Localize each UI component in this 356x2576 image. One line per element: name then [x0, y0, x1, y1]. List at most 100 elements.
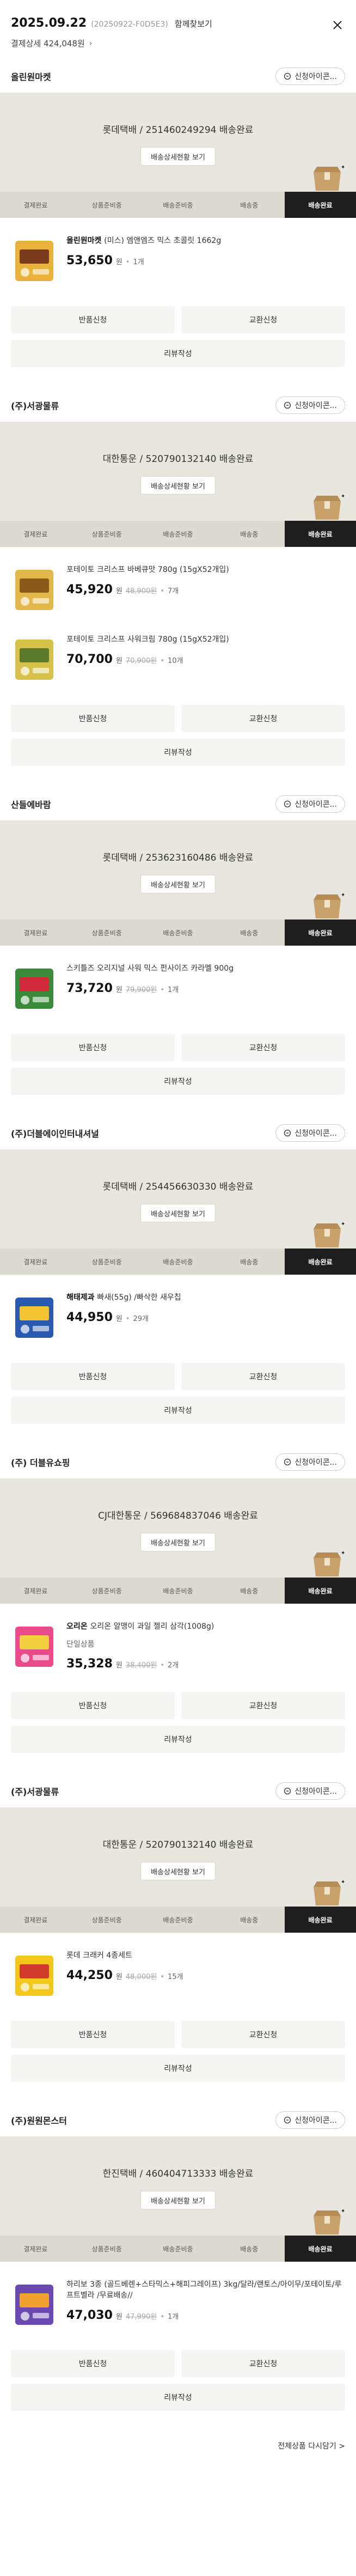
seller-name[interactable]: 산들에바람 — [11, 797, 51, 811]
view-all-link[interactable]: 함께찾보기 — [175, 18, 212, 29]
delivery-step: 결제완료 — [0, 521, 71, 547]
exchange-request-button[interactable]: 교환신청 — [181, 1363, 345, 1390]
item-list: 올린원마켓 (미스) 엠앤엠즈 믹스 초콜릿 1662g 53,650 원 • 1개 — [0, 218, 356, 288]
product-name[interactable]: 하리보 3종 (골드베렌+스타믹스+해피그레이프) 3kg/달라/랜토스/아이무… — [66, 2279, 345, 2301]
seller-inquiry-button[interactable]: 신청아이콘... — [275, 1782, 345, 1800]
return-request-button[interactable]: 반품신청 — [11, 705, 175, 732]
order-item[interactable]: 포테이토 크리스프 사워크림 780g (15gX52개입) 70,700 원 70,… — [0, 617, 356, 686]
item-list: 포테이토 크리스프 바베큐맛 780g (15gX52개입) 45,920 원 48,… — [0, 547, 356, 686]
write-review-button[interactable]: 리뷰작성 — [11, 1726, 345, 1753]
product-thumbnail[interactable] — [11, 2277, 58, 2331]
return-request-button[interactable]: 반품신청 — [11, 2350, 175, 2377]
product-name[interactable]: 롯데 크래커 4종세트 — [66, 1950, 345, 1961]
currency-unit: 원 — [115, 1973, 122, 1981]
tracking-detail-button[interactable]: 배송상세현황 보기 — [140, 1204, 216, 1222]
write-review-button[interactable]: 리뷰작성 — [11, 739, 345, 766]
seller-inquiry-button[interactable]: 신청아이콘... — [275, 397, 345, 414]
tracking-detail-button[interactable]: 배송상세현황 보기 — [140, 147, 216, 166]
order-item[interactable]: 롯데 크래커 4종세트 44,250 원 48,000원 • 15개 — [0, 1933, 356, 2002]
currency-unit: 원 — [115, 2313, 122, 2321]
exchange-request-button[interactable]: 교환신청 — [181, 2021, 345, 2048]
delivery-step: 상품준비중 — [71, 1249, 143, 1275]
original-price: 48,000원 — [125, 1973, 157, 1981]
exchange-request-button[interactable]: 교환신청 — [181, 2350, 345, 2377]
delivery-status-panel: 대한통운 / 520790132140 배송완료 배송상세현황 보기 ✦ 결제완… — [0, 1807, 356, 1933]
tracking-detail-button[interactable]: 배송상세현황 보기 — [140, 2191, 216, 2209]
tracking-detail-button[interactable]: 배송상세현황 보기 — [140, 875, 216, 893]
order-header: 2025.09.22 (20250922-F0D5E3) 함께찾보기 결제상세 … — [0, 0, 356, 60]
seller-bar: 산들에바람 신청아이콘... — [0, 788, 356, 820]
seller-name[interactable]: 올린원마켓 — [11, 70, 51, 83]
shipment-group: (주)원원몬스터 신청아이콘... 한진택배 / 460404713333 배송… — [0, 2104, 356, 2433]
tracking-detail-button[interactable]: 배송상세현황 보기 — [140, 1533, 216, 1551]
return-request-button[interactable]: 반품신청 — [11, 306, 175, 333]
product-name[interactable]: 올린원마켓 (미스) 엠앤엠즈 믹스 초콜릿 1662g — [66, 235, 345, 246]
chat-icon — [284, 2116, 291, 2124]
close-icon[interactable] — [327, 14, 348, 36]
product-thumbnail[interactable] — [11, 562, 58, 617]
seller-bar: (주) 더블유쇼핑 신청아이콘... — [0, 1446, 356, 1478]
price-row: 70,700 원 70,900원 • 10개 — [66, 653, 345, 666]
return-request-button[interactable]: 반품신청 — [11, 1363, 175, 1390]
exchange-request-button[interactable]: 교환신청 — [181, 705, 345, 732]
return-request-button[interactable]: 반품신청 — [11, 1692, 175, 1719]
seller-name[interactable]: (주)서광물류 — [11, 1785, 59, 1798]
product-name[interactable]: 포테이토 크리스프 사워크림 780g (15gX52개입) — [66, 634, 345, 645]
tracking-detail-button[interactable]: 배송상세현황 보기 — [140, 476, 216, 495]
order-item[interactable]: 올린원마켓 (미스) 엠앤엠즈 믹스 초콜릿 1662g 53,650 원 • 1개 — [0, 218, 356, 288]
tracking-detail-button[interactable]: 배송상세현황 보기 — [140, 1862, 216, 1880]
product-thumbnail[interactable] — [11, 1948, 58, 2002]
action-buttons: 반품신청 교환신청 리뷰작성 — [0, 2331, 356, 2411]
seller-name[interactable]: (주)더블에이인터내셔널 — [11, 1126, 99, 1140]
write-review-button[interactable]: 리뷰작성 — [11, 2384, 345, 2411]
product-thumbnail[interactable] — [11, 632, 58, 686]
quantity: 15개 — [168, 1973, 183, 1981]
order-item[interactable]: 해태제과 빠새(55g) /빠삭한 새우칩 44,950 원 • 29개 — [0, 1275, 356, 1344]
separator-dot: • — [125, 258, 130, 266]
exchange-request-button[interactable]: 교환신청 — [181, 1034, 345, 1061]
product-name[interactable]: 해태제과 빠새(55g) /빠삭한 새우칩 — [66, 1292, 345, 1303]
reorder-all-link[interactable]: 전체상품 다시담기 > — [0, 2433, 356, 2462]
order-item[interactable]: 포테이토 크리스프 바베큐맛 780g (15gX52개입) 45,920 원 48,… — [0, 547, 356, 617]
order-item[interactable]: 하리보 3종 (골드베렌+스타믹스+해피그레이프) 3kg/달라/랜토스/아이무… — [0, 2262, 356, 2331]
chat-icon — [284, 800, 291, 808]
order-item[interactable]: 스키틀즈 오리지널 사워 믹스 펀사이즈 카라멜 900g 73,720 원 79,9… — [0, 946, 356, 1015]
tracking-info: 롯데택배 / 254456630330 배송완료 — [102, 1182, 254, 1192]
seller-name[interactable]: (주)원원몬스터 — [11, 2114, 67, 2127]
order-item[interactable]: 오리온 오리온 알맹이 과일 젤리 삼각(1008g) 단일상품 35,328 원 38… — [0, 1604, 356, 1673]
product-name[interactable]: 스키틀즈 오리지널 사워 믹스 펀사이즈 카라멜 900g — [66, 963, 345, 974]
product-thumbnail[interactable] — [11, 961, 58, 1015]
return-request-button[interactable]: 반품신청 — [11, 1034, 175, 1061]
sale-price: 70,700 — [66, 653, 113, 666]
seller-inquiry-button[interactable]: 신청아이콘... — [275, 1453, 345, 1471]
original-price: 48,900원 — [125, 587, 157, 595]
product-thumbnail[interactable] — [11, 1619, 58, 1673]
product-thumbnail[interactable] — [11, 233, 58, 288]
delivery-step: 배송완료 — [285, 1578, 356, 1604]
write-review-button[interactable]: 리뷰작성 — [11, 1397, 345, 1424]
price-row: 73,720 원 79,900원 • 1개 — [66, 982, 345, 995]
product-name[interactable]: 포테이토 크리스프 바베큐맛 780g (15gX52개입) — [66, 564, 345, 575]
exchange-request-button[interactable]: 교환신청 — [181, 1692, 345, 1719]
product-name[interactable]: 오리온 오리온 알맹이 과일 젤리 삼각(1008g) — [66, 1621, 345, 1632]
exchange-request-button[interactable]: 교환신청 — [181, 306, 345, 333]
seller-inquiry-button[interactable]: 신청아이콘... — [275, 68, 345, 85]
seller-inquiry-button[interactable]: 신청아이콘... — [275, 2111, 345, 2129]
shipment-group: (주)서광물류 신청아이콘... 대한통운 / 520790132140 배송완… — [0, 1775, 356, 2104]
shipment-group: 산들에바람 신청아이콘... 롯데택배 / 253623160486 배송완료 … — [0, 788, 356, 1117]
seller-inquiry-button[interactable]: 신청아이콘... — [275, 795, 345, 813]
write-review-button[interactable]: 리뷰작성 — [11, 340, 345, 367]
product-thumbnail[interactable] — [11, 1290, 58, 1344]
seller-name[interactable]: (주)서광물류 — [11, 399, 59, 412]
write-review-button[interactable]: 리뷰작성 — [11, 2055, 345, 2082]
payment-detail-link[interactable]: 결제상세 424,048원 › — [11, 38, 345, 49]
seller-inquiry-button[interactable]: 신청아이콘... — [275, 1124, 345, 1142]
delivery-steps: 결제완료 상품준비중 배송준비중 배송중 배송완료 — [0, 1249, 356, 1275]
return-request-button[interactable]: 반품신청 — [11, 2021, 175, 2048]
write-review-button[interactable]: 리뷰작성 — [11, 1068, 345, 1095]
svg-text:✦: ✦ — [341, 892, 345, 898]
seller-name[interactable]: (주) 더블유쇼핑 — [11, 1456, 70, 1469]
